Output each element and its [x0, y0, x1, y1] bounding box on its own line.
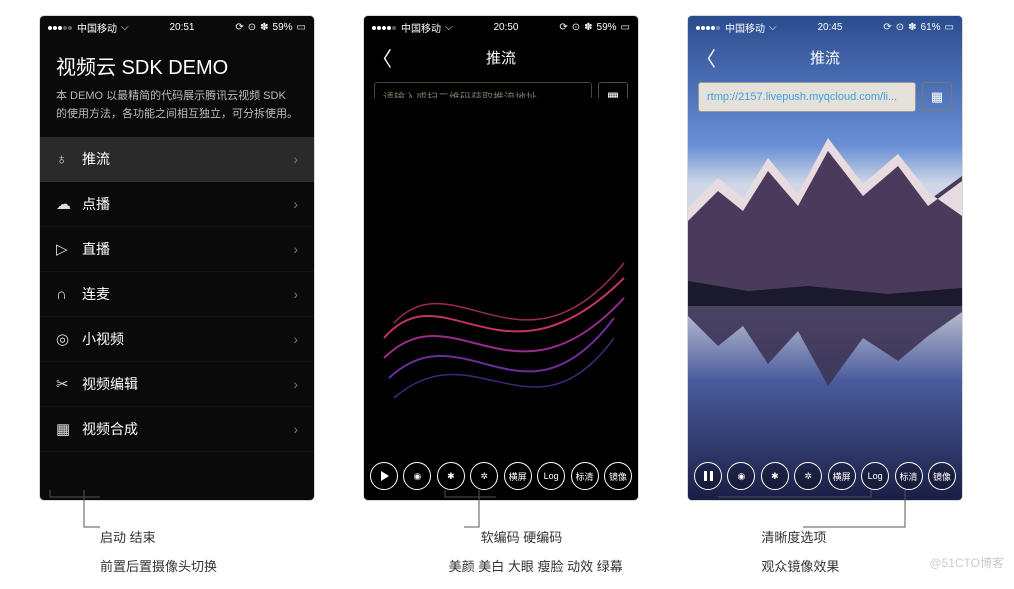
- chevron-right-icon: ›: [293, 421, 298, 437]
- nav-title: 推流: [810, 47, 840, 68]
- menu-live[interactable]: ▷直播›: [40, 227, 314, 272]
- camera-preview: [364, 96, 638, 500]
- flash-off-btn[interactable]: ✱: [437, 462, 465, 490]
- annot-codec: 软编码 硬编码: [481, 527, 722, 546]
- back-button[interactable]: 〈: [372, 43, 392, 72]
- annot-beauty: 美颜 美白 大眼 瘦脸 动效 绿幕: [449, 556, 722, 575]
- flash-btn[interactable]: ✲: [794, 462, 822, 490]
- phone-demo-menu: 中国移动⌵ 20:51 ⟳⊙✽59%▭ 视频云 SDK DEMO 本 DEMO …: [40, 16, 314, 500]
- annot-start-stop: 启动 结束: [100, 527, 341, 546]
- menu-label: 推流: [82, 149, 293, 169]
- chevron-right-icon: ›: [293, 286, 298, 302]
- chevron-right-icon: ›: [293, 151, 298, 167]
- orient-btn[interactable]: 横屏: [504, 462, 532, 490]
- hd-btn[interactable]: 标清: [571, 462, 599, 490]
- back-button[interactable]: 〈: [696, 43, 716, 72]
- rtmp-url-input[interactable]: rtmp://2157.livepush.myqcloud.com/li...: [698, 82, 916, 112]
- nav-title: 推流: [486, 47, 516, 68]
- menu-icon: ◎: [56, 330, 82, 348]
- chevron-right-icon: ›: [293, 376, 298, 392]
- chevron-right-icon: ›: [293, 196, 298, 212]
- menu-label: 连麦: [82, 284, 293, 304]
- navbar: 〈 推流: [364, 39, 638, 76]
- annotations: 启动 结束 前置后置摄像头切换 软编码 硬编码 美颜 美白 大眼 瘦脸 动效 绿…: [30, 527, 1002, 575]
- menu-vod[interactable]: ☁点播›: [40, 182, 314, 227]
- menu-label: 视频编辑: [82, 374, 293, 394]
- camera-btn[interactable]: ◉: [727, 462, 755, 490]
- statusbar: 中国移动⌵ 20:45 ⟳⊙✽61%▭: [688, 16, 962, 39]
- mirror-btn[interactable]: 镜像: [604, 462, 632, 490]
- statusbar: 中国移动⌵ 20:51 ⟳⊙✽59%▭: [40, 16, 314, 39]
- camera-btn[interactable]: ◉: [403, 462, 431, 490]
- watermark: @51CTO博客: [929, 554, 1004, 571]
- phone-push-idle: 中国移动⌵ 20:50 ⟳⊙✽59%▭ 〈 推流 请输入或扫二维码获取推流地址 …: [364, 16, 638, 500]
- page-title: 视频云 SDK DEMO: [40, 39, 314, 88]
- menu-edit[interactable]: ✂视频编辑›: [40, 362, 314, 407]
- menu-icon: ✂: [56, 375, 82, 393]
- page-desc: 本 DEMO 以最精简的代码展示腾讯云视频 SDK 的使用方法，各功能之间相互独…: [40, 88, 314, 137]
- menu-mic[interactable]: ∩连麦›: [40, 272, 314, 317]
- batt-pct: 59%: [273, 22, 293, 33]
- statusbar: 中国移动⌵ 20:50 ⟳⊙✽59%▭: [364, 16, 638, 39]
- mirror-btn[interactable]: 镜像: [928, 462, 956, 490]
- navbar: 〈 推流: [688, 39, 962, 76]
- menu-label: 点播: [82, 194, 293, 214]
- time-label: 20:50: [493, 22, 518, 33]
- time-label: 20:51: [169, 22, 194, 33]
- carrier-label: 中国移动: [77, 20, 117, 35]
- time-label: 20:45: [817, 22, 842, 33]
- control-bar: ◉✱✲横屏Log标清镜像: [688, 462, 962, 490]
- phone-push-live: 中国移动⌵ 20:45 ⟳⊙✽61%▭ 〈 推流 rtmp://2157.liv…: [688, 16, 962, 500]
- menu-label: 视频合成: [82, 419, 293, 439]
- chevron-right-icon: ›: [293, 331, 298, 347]
- menu-icon: ∩: [56, 286, 82, 303]
- menu-short[interactable]: ◎小视频›: [40, 317, 314, 362]
- flash-off-btn[interactable]: ✱: [761, 462, 789, 490]
- qr-scan-button[interactable]: ▦: [922, 82, 952, 112]
- menu-icon: ▦: [56, 420, 82, 438]
- hd-btn[interactable]: 标清: [895, 462, 923, 490]
- flash-btn[interactable]: ✲: [470, 462, 498, 490]
- annot-camera-switch: 前置后置摄像头切换: [100, 556, 341, 575]
- menu-label: 小视频: [82, 329, 293, 349]
- log-btn[interactable]: Log: [537, 462, 565, 490]
- chevron-right-icon: ›: [293, 241, 298, 257]
- menu-push[interactable]: ♁推流›: [40, 137, 314, 182]
- menu-icon: ▷: [56, 240, 82, 258]
- menu-compose[interactable]: ▦视频合成›: [40, 407, 314, 452]
- menu-list: ♁推流›☁点播›▷直播›∩连麦›◎小视频›✂视频编辑›▦视频合成›: [40, 137, 314, 452]
- orient-btn[interactable]: 横屏: [828, 462, 856, 490]
- play-btn[interactable]: [370, 462, 398, 490]
- menu-icon: ☁: [56, 195, 82, 213]
- menu-icon: ♁: [56, 151, 82, 168]
- annot-quality: 清晰度选项: [761, 527, 1002, 546]
- menu-label: 直播: [82, 239, 293, 259]
- control-bar: ◉✱✲横屏Log标清镜像: [364, 462, 638, 490]
- pause-btn[interactable]: [694, 462, 722, 490]
- log-btn[interactable]: Log: [861, 462, 889, 490]
